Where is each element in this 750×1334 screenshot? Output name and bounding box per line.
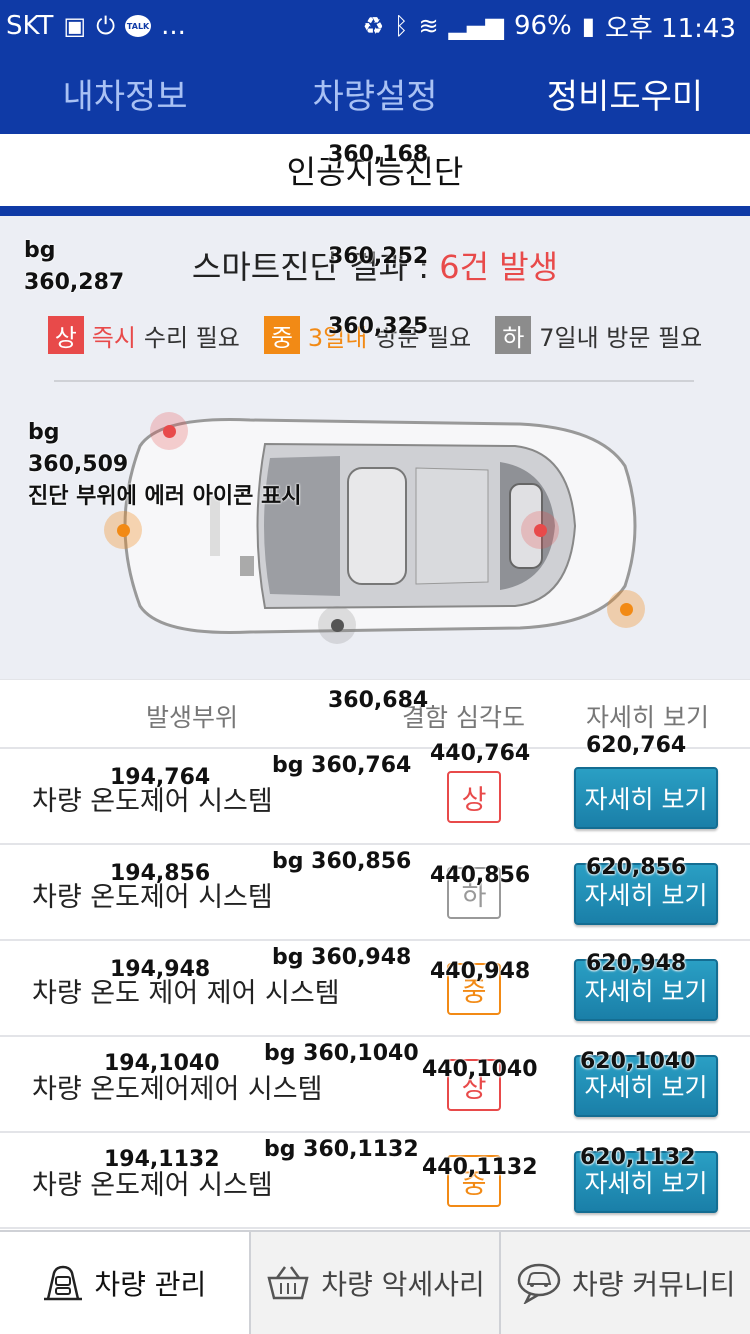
bluetooth-icon: ᛒ	[394, 12, 409, 40]
status-bar: SKT ▣ ⏻ TALK ... ♻ ᛒ ≋ ▂▄▆ 96% ▮ 오후 11:4…	[0, 0, 750, 52]
wifi-icon: ≋	[418, 12, 439, 40]
nav-car-management[interactable]: 차량 관리	[0, 1232, 249, 1334]
row-overlay-name: 194,1132	[104, 1147, 220, 1172]
car-bg-label: bg	[28, 420, 60, 445]
nav-car-community-label: 차량 커뮤니티	[571, 1268, 736, 1301]
legend-low: 하 7일내 방문 필요	[495, 316, 702, 354]
bottom-nav: 차량 관리 차량 악세사리 차량 커뮤니티	[0, 1230, 750, 1334]
clock: 오후 11:43	[604, 13, 736, 44]
talk-icon: TALK	[125, 15, 152, 37]
status-left: SKT ▣ ⏻ TALK ...	[6, 11, 186, 41]
error-dot	[330, 618, 344, 632]
more-notifications: ...	[161, 11, 186, 41]
table-row: 차량 온도제어 시스템 중 자세히 보기 194,1132 bg 360,113…	[0, 1133, 750, 1229]
legend-badge-low: 하	[495, 316, 532, 354]
car-caption: 진단 부위에 에러 아이콘 표시	[28, 484, 302, 509]
row-overlay-bg: bg 360,1132	[264, 1137, 419, 1162]
nav-car-management-label: 차량 관리	[94, 1268, 207, 1301]
error-dot	[619, 602, 633, 616]
row-overlay-severity: 440,1132	[422, 1155, 538, 1180]
row-overlay-severity: 440,856	[430, 863, 531, 888]
row-overlay-name: 194,764	[110, 765, 211, 790]
row-overlay-severity: 440,764	[430, 741, 531, 766]
top-tabs: 내차정보 차량설정 정비도우미	[0, 52, 750, 134]
error-marker-rear-right[interactable]	[607, 590, 645, 628]
row-overlay-bg: bg 360,856	[272, 849, 412, 874]
row-overlay-severity: 440,1040	[422, 1057, 538, 1082]
tab-maintenance-helper[interactable]: 정비도우미	[500, 52, 750, 134]
error-dot	[116, 523, 130, 537]
signal-icon: ▂▄▆	[448, 12, 504, 40]
status-right: ♻ ᛒ ≋ ▂▄▆ 96% ▮ 오후 11:43	[363, 8, 736, 45]
row-overlay-name: 194,948	[110, 957, 211, 982]
legend-badge-mid: 중	[263, 316, 300, 354]
car-management-icon	[42, 1263, 84, 1303]
error-marker-side[interactable]	[318, 606, 356, 644]
tab-my-car-info[interactable]: 내차정보	[0, 52, 250, 134]
battery-icon: ▮	[581, 12, 595, 40]
header-overlay: 360,684	[328, 688, 429, 713]
detail-button[interactable]: 자세히 보기	[574, 767, 718, 829]
result-count: 6건 발생	[439, 248, 559, 286]
gallery-icon: ▣	[63, 12, 87, 40]
error-dot	[533, 523, 547, 537]
header-detail: 자세히 보기	[586, 703, 709, 732]
error-marker-front-left[interactable]	[150, 412, 188, 450]
row-overlay-severity: 440,948	[430, 959, 531, 984]
legend-overlay: 360,325	[328, 314, 429, 339]
diagnosis-panel: bg 360,287 스마트진단 결과 : 6건 발생 360,252 상 즉시…	[0, 216, 750, 679]
row-overlay-name: 194,856	[110, 861, 211, 886]
error-marker-front[interactable]	[104, 511, 142, 549]
table-row: 차량 온도 제어 제어 시스템 중 자세히 보기 194,948 bg 360,…	[0, 941, 750, 1037]
row-overlay-bg: bg 360,948	[272, 945, 412, 970]
nav-car-accessories[interactable]: 차량 악세사리	[248, 1232, 500, 1334]
table-row: 차량 온도제어제어 시스템 상 자세히 보기 194,1040 bg 360,1…	[0, 1037, 750, 1133]
carrier-label: SKT	[6, 11, 54, 41]
table-row: 차량 온도제어 시스템 하 자세히 보기 194,856 bg 360,856 …	[0, 845, 750, 941]
row-overlay-bg: bg 360,1040	[264, 1041, 419, 1066]
legend-high-highlight: 즉시	[91, 323, 136, 352]
car-bg-coords: 360,509	[28, 452, 129, 477]
row-overlay-button: 620,1040	[580, 1049, 696, 1074]
row-overlay-button: 620,948	[586, 951, 687, 976]
header-part: 발생부위	[146, 703, 239, 732]
row-overlay-button: 620,764	[586, 733, 687, 758]
legend-high: 상 즉시 수리 필요	[47, 316, 240, 354]
table-row: 차량 온도제어 시스템 상 자세히 보기 194,764 bg 360,764 …	[0, 733, 750, 845]
battery-saver-icon: ♻	[362, 12, 385, 40]
basket-icon	[265, 1264, 311, 1302]
error-dot	[162, 424, 176, 438]
nav-car-accessories-label: 차량 악세사리	[321, 1268, 485, 1301]
subheader-rule	[0, 206, 750, 216]
car-chat-icon	[516, 1262, 562, 1304]
page-title-overlay: 360,168	[328, 142, 429, 167]
legend-divider	[54, 380, 694, 382]
battery-percent: 96%	[513, 11, 572, 41]
power-icon: ⏻	[96, 12, 116, 40]
nav-car-community[interactable]: 차량 커뮤니티	[499, 1232, 750, 1334]
legend-high-text: 수리 필요	[143, 323, 240, 352]
row-overlay-button: 620,856	[586, 855, 687, 880]
severity-tag: 상	[447, 771, 501, 823]
legend-low-text: 7일내 방문 필요	[539, 323, 703, 352]
error-marker-rear-cabin[interactable]	[521, 511, 559, 549]
tab-vehicle-settings[interactable]: 차량설정	[250, 52, 500, 134]
result-overlay: 360,252	[328, 244, 429, 269]
row-overlay-name: 194,1040	[104, 1051, 220, 1076]
row-overlay-button: 620,1132	[580, 1145, 696, 1170]
row-overlay-bg: bg 360,764	[272, 753, 412, 778]
legend-badge-high: 상	[47, 316, 84, 354]
